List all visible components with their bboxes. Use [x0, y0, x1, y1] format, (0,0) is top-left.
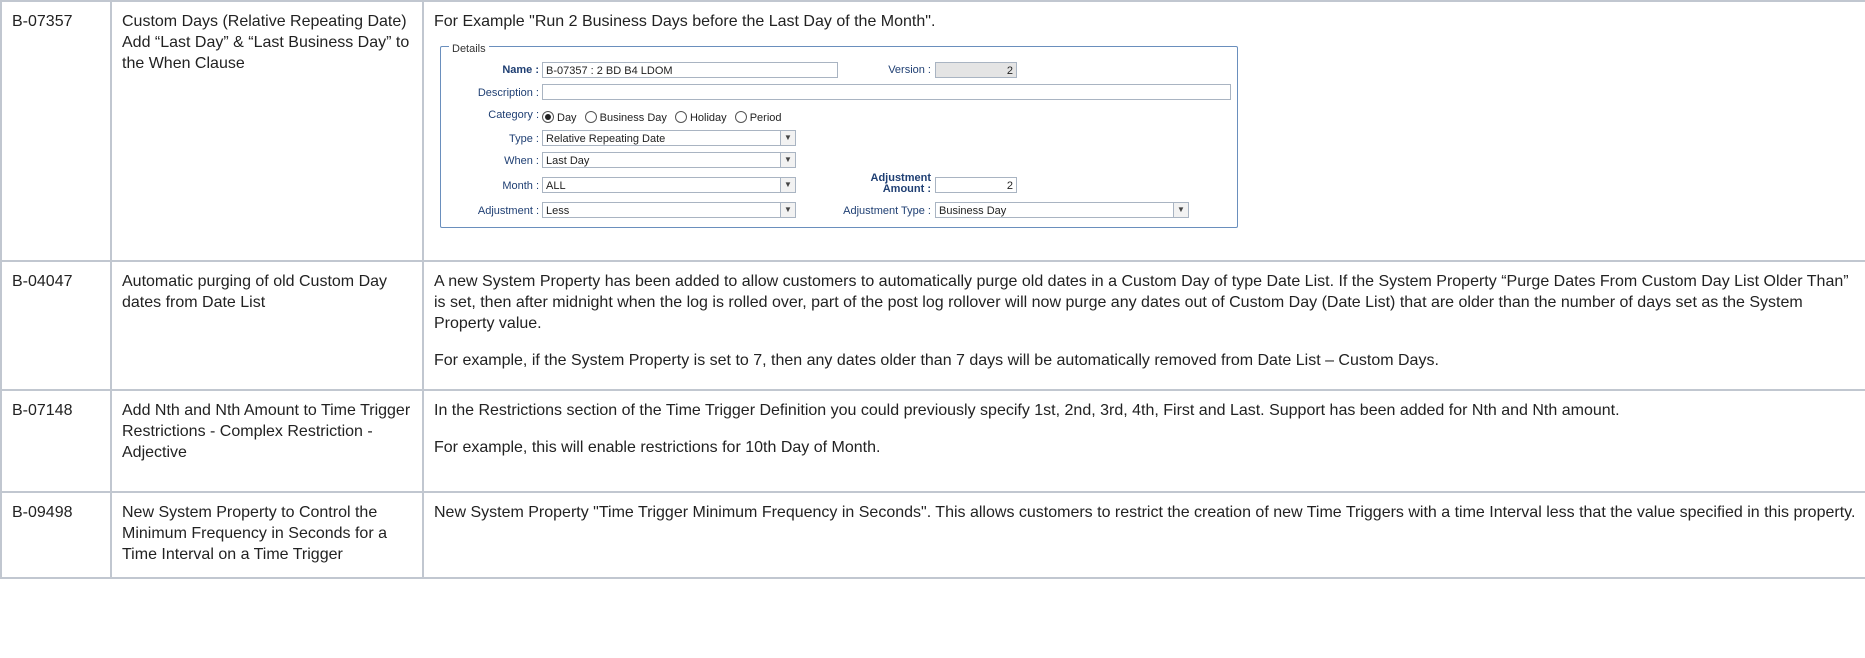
release-notes-table: B-07357 Custom Days (Relative Repeating …	[0, 0, 1865, 579]
adjustment-amount-field[interactable]: 2	[935, 177, 1017, 193]
item-title: Automatic purging of old Custom Day date…	[110, 260, 424, 391]
item-id: B-07148	[0, 389, 112, 493]
category-option-day[interactable]: Day	[542, 108, 577, 129]
description-paragraph: New System Property "Time Trigger Minimu…	[434, 504, 1856, 521]
description-paragraph: In the Restrictions section of the Time …	[434, 402, 1620, 419]
type-select-value: Relative Repeating Date	[546, 133, 666, 145]
item-description: In the Restrictions section of the Time …	[422, 389, 1865, 493]
adjustment-amount-label: Adjustment Amount :	[870, 172, 932, 195]
item-id: B-07357	[0, 0, 112, 262]
item-description: A new System Property has been added to …	[422, 260, 1865, 391]
category-option-holiday[interactable]: Holiday	[674, 108, 727, 129]
table-row: B-07357 Custom Days (Relative Repeating …	[0, 0, 1865, 262]
category-label: Category :	[488, 109, 539, 121]
description-paragraph: A new System Property has been added to …	[434, 273, 1849, 332]
name-field[interactable]: B-07357 : 2 BD B4 LDOM	[542, 62, 838, 78]
chevron-down-icon[interactable]: ▼	[780, 131, 795, 145]
adjustment-select-value: Less	[546, 205, 570, 217]
version-label: Version :	[888, 64, 931, 76]
description-paragraph: For Example "Run 2 Business Days before …	[434, 13, 936, 30]
when-select[interactable]: Last Day ▼	[542, 152, 796, 168]
name-label: Name :	[502, 64, 539, 76]
table-row: B-04047 Automatic purging of old Custom …	[0, 260, 1865, 391]
table-row: B-07148 Add Nth and Nth Amount to Time T…	[0, 389, 1865, 493]
item-title: Custom Days (Relative Repeating Date) Ad…	[110, 0, 424, 262]
chevron-down-icon[interactable]: ▼	[780, 153, 795, 167]
item-title: New System Property to Control the Minim…	[110, 491, 424, 579]
radio-selected-icon[interactable]	[542, 111, 554, 123]
description-label: Description :	[477, 87, 539, 99]
description-field[interactable]	[542, 84, 1231, 100]
when-label: When :	[504, 155, 539, 167]
radio-icon[interactable]	[734, 111, 747, 123]
details-form: Details Name : B-07357 : 2 BD B4 LDOM Ve…	[440, 39, 1238, 228]
chevron-down-icon[interactable]: ▼	[1173, 203, 1188, 217]
item-id: B-09498	[0, 491, 112, 579]
category-radio-group: Day Business Day Holiday Period	[542, 108, 787, 129]
when-select-value: Last Day	[546, 155, 590, 167]
type-label: Type :	[509, 133, 539, 145]
details-legend: Details	[449, 39, 489, 60]
item-id: B-04047	[0, 260, 112, 391]
version-field: 2	[935, 62, 1017, 78]
table-row: B-09498 New System Property to Control t…	[0, 491, 1865, 579]
adjustment-type-label: Adjustment Type :	[843, 205, 931, 217]
month-label: Month :	[502, 180, 539, 192]
item-description: New System Property "Time Trigger Minimu…	[422, 491, 1865, 579]
adjustment-label: Adjustment :	[477, 205, 539, 217]
radio-icon[interactable]	[674, 111, 687, 123]
description-paragraph: For example, this will enable restrictio…	[434, 439, 881, 456]
item-title: Add Nth and Nth Amount to Time Trigger R…	[110, 389, 424, 493]
adjustment-type-select-value: Business Day	[939, 205, 1007, 217]
month-select[interactable]: ALL ▼	[542, 177, 796, 193]
item-description: For Example "Run 2 Business Days before …	[422, 0, 1865, 262]
month-select-value: ALL	[546, 180, 566, 192]
chevron-down-icon[interactable]: ▼	[780, 203, 795, 217]
category-option-business-day[interactable]: Business Day	[584, 108, 667, 129]
adjustment-type-select[interactable]: Business Day ▼	[935, 202, 1189, 218]
category-option-period[interactable]: Period	[734, 108, 782, 129]
type-select[interactable]: Relative Repeating Date ▼	[542, 130, 796, 146]
radio-icon[interactable]	[584, 111, 597, 123]
description-paragraph: For example, if the System Property is s…	[434, 352, 1439, 369]
chevron-down-icon[interactable]: ▼	[780, 178, 795, 192]
adjustment-select[interactable]: Less ▼	[542, 202, 796, 218]
